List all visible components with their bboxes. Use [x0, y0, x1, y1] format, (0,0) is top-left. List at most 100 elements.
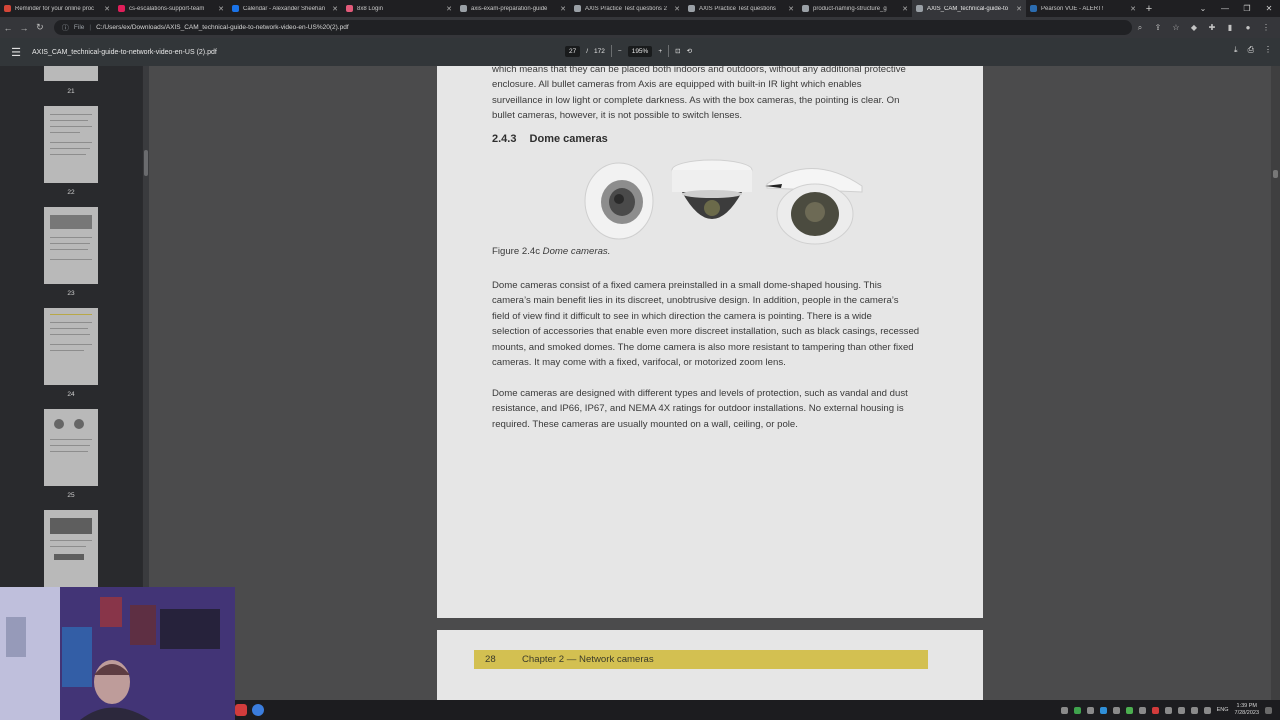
back-icon[interactable]: ← [0, 20, 16, 36]
notification-icon[interactable] [1265, 706, 1272, 714]
tray-icon[interactable] [1151, 706, 1159, 714]
tray-icon[interactable] [1086, 706, 1094, 714]
zoom-in-button[interactable]: + [658, 48, 662, 55]
page-thumbnail[interactable] [44, 207, 98, 284]
tray-icon[interactable] [1164, 706, 1172, 714]
favicon-icon [232, 5, 239, 12]
network-icon[interactable] [1177, 706, 1185, 714]
app-icon[interactable] [235, 704, 247, 716]
browser-tab[interactable]: AXIS_CAM_technical-guide-to ✕ [912, 0, 1026, 17]
tray-icon[interactable] [1060, 706, 1068, 714]
zoom-out-button[interactable]: − [618, 48, 622, 55]
restore-icon[interactable]: ❐ [1236, 0, 1258, 17]
text-line: Dome cameras consist of a fixed camera p… [492, 280, 882, 291]
tab-close-icon[interactable]: ✕ [104, 5, 110, 13]
text-line [50, 546, 86, 547]
forward-icon[interactable]: → [16, 20, 32, 36]
sidepanel-icon[interactable]: ▮ [1222, 23, 1238, 33]
tab-close-icon[interactable]: ✕ [218, 5, 224, 13]
browser-actions: ⌕ ⇪ ☆ ◆ ✚ ▮ ● ⋮ [1132, 23, 1280, 33]
tab-title: axis-exam-preparation-guide [471, 5, 548, 12]
zoom-input[interactable]: 195% [627, 45, 653, 57]
browser-tab[interactable]: 8x8 Login ✕ [342, 0, 456, 17]
rotate-icon[interactable]: ⟲ [687, 47, 692, 55]
page-thumbnail[interactable] [44, 308, 98, 385]
clock[interactable]: 1:39 PM 7/28/2023 [1235, 703, 1259, 717]
reload-icon[interactable]: ↻ [32, 20, 48, 36]
page-thumbnail[interactable] [44, 409, 98, 486]
print-icon[interactable]: ⎙ [1248, 45, 1254, 55]
tray-icon[interactable] [1125, 706, 1133, 714]
info-icon[interactable]: ⓘ [62, 23, 69, 33]
tab-close-icon[interactable]: ✕ [1016, 5, 1022, 13]
fit-page-icon[interactable]: ⊡ [675, 47, 680, 55]
text-line [50, 120, 88, 121]
chrome-icon[interactable] [252, 704, 264, 716]
share-icon[interactable]: ⇪ [1150, 23, 1166, 33]
browser-tab[interactable]: AXIS Practice Test questions 2 ✕ [570, 0, 684, 17]
page-number-input[interactable]: 27 [565, 45, 581, 57]
browser-tab[interactable]: cs-escalations-support-team ✕ [114, 0, 228, 17]
tab-title: 8x8 Login [357, 5, 384, 12]
tab-close-icon[interactable]: ✕ [446, 5, 452, 13]
zoom-icon[interactable]: ⌕ [1132, 23, 1148, 33]
kebab-menu-icon[interactable]: ⋮ [1258, 23, 1274, 33]
more-icon[interactable]: ⋮ [1264, 45, 1272, 55]
tab-close-icon[interactable]: ✕ [560, 5, 566, 13]
browser-tab[interactable]: AXIS Practice Test questions ✕ [684, 0, 798, 17]
pdf-viewer: which means that they can be placed both… [149, 66, 1271, 720]
avatar[interactable]: ● [1240, 23, 1256, 33]
minimize-icon[interactable]: — [1214, 0, 1236, 17]
tray-icon[interactable] [1099, 706, 1107, 714]
tray-icon[interactable] [1138, 706, 1146, 714]
tab-close-icon[interactable]: ✕ [332, 5, 338, 13]
browser-tab[interactable]: Pearson VUE - ALERT! ✕ [1026, 0, 1140, 17]
tab-close-icon[interactable]: ✕ [674, 5, 680, 13]
favicon-icon [574, 5, 581, 12]
figure-caption: Figure 2.4c Dome cameras. [492, 246, 610, 257]
url-divider: | [89, 24, 92, 31]
scrollbar-thumb[interactable] [1273, 170, 1278, 178]
text-line: enclosure. All bullet cameras from Axis … [492, 79, 862, 91]
figure-label: Figure 2.4c [492, 246, 540, 257]
favicon-icon [346, 5, 353, 12]
text-line [50, 314, 92, 315]
url-scheme: File [73, 24, 85, 31]
tab-title: Reminder for your online proc [15, 5, 95, 12]
new-tab-button[interactable]: + [1140, 0, 1158, 17]
url-input[interactable]: ⓘ File | C:/Users/ex/Downloads/AXIS_CAM_… [53, 20, 1132, 35]
chevron-down-icon[interactable]: ⌄ [1192, 0, 1214, 17]
browser-tab[interactable]: Calendar - Alexander Sheehan ✕ [228, 0, 342, 17]
volume-icon[interactable] [1190, 706, 1198, 714]
tab-close-icon[interactable]: ✕ [902, 5, 908, 13]
browser-tab[interactable]: Reminder for your online proc ✕ [0, 0, 114, 17]
tab-close-icon[interactable]: ✕ [788, 5, 794, 13]
browser-tab[interactable]: product-naming-structure_g ✕ [798, 0, 912, 17]
tray-icon[interactable] [1112, 706, 1120, 714]
battery-icon[interactable] [1203, 706, 1211, 714]
tab-close-icon[interactable]: ✕ [1130, 5, 1136, 13]
language-indicator[interactable]: ENG [1217, 707, 1229, 713]
thumbnail-image [50, 518, 92, 534]
text-line [50, 249, 88, 250]
puzzle-icon[interactable]: ✚ [1204, 23, 1220, 33]
extension-icon[interactable]: ◆ [1186, 23, 1202, 33]
section-number: 2.4.3 [492, 133, 517, 145]
bookmark-star-icon[interactable]: ☆ [1168, 23, 1184, 33]
viewer-scrollbar[interactable] [1271, 66, 1280, 720]
page-thumbnail[interactable] [44, 106, 98, 183]
tray-icon[interactable] [1073, 706, 1081, 714]
dome-cameras-figure [584, 159, 863, 245]
thumbnail-image [54, 419, 64, 429]
scrollbar-thumb[interactable] [144, 150, 148, 176]
favicon-icon [916, 5, 923, 12]
text-line: camera’s main benefit lies in its discre… [492, 295, 899, 307]
menu-icon[interactable]: ☰ [0, 46, 32, 59]
text-line: which means that they can be placed both… [492, 66, 906, 75]
close-icon[interactable]: ✕ [1258, 0, 1280, 17]
page-thumbnail[interactable] [44, 66, 98, 81]
download-icon[interactable]: ⤓ [1234, 45, 1238, 55]
browser-tab[interactable]: axis-exam-preparation-guide ✕ [456, 0, 570, 17]
tab-strip: Reminder for your online proc ✕ cs-escalat… [0, 0, 1280, 17]
page-thumbnail[interactable] [44, 510, 98, 587]
